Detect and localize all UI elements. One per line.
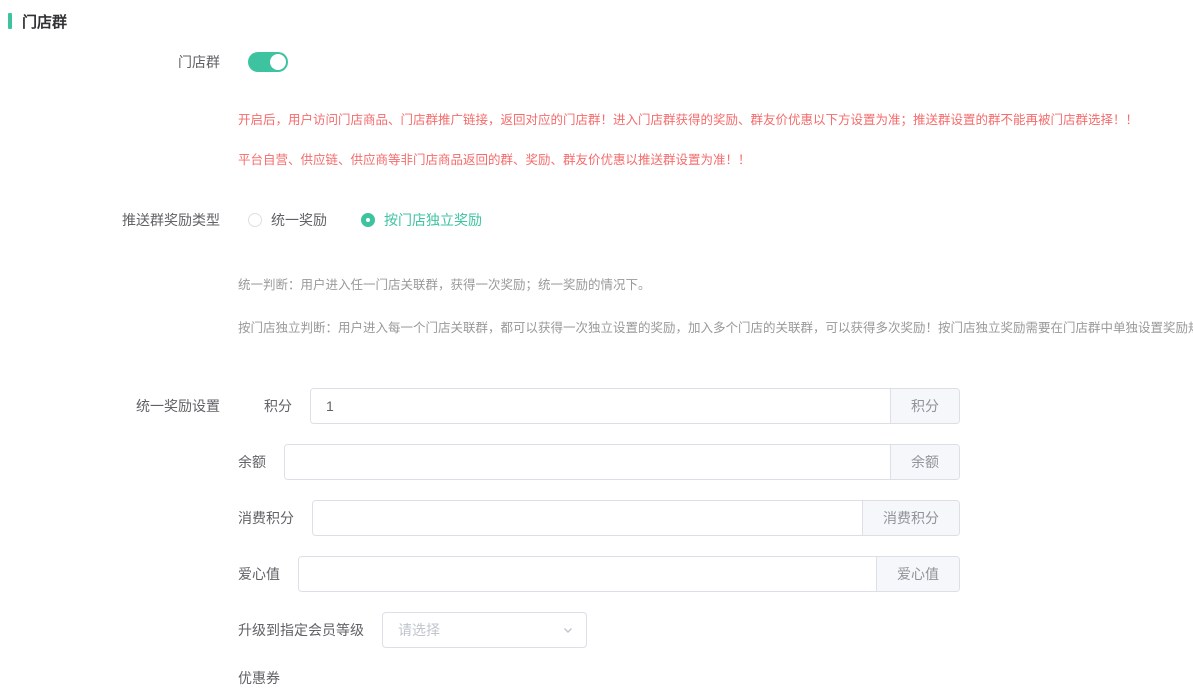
balance-field-label: 余额 [238, 452, 266, 472]
love-value-input-group: 爱心值 [298, 556, 960, 592]
love-value-field-label: 爱心值 [238, 564, 280, 584]
consume-points-addon: 消费积分 [862, 501, 959, 535]
love-value-field-row: 爱心值 爱心值 [238, 556, 960, 592]
reward-type-tip-2: 按门店独立判断：用户进入每一个门店关联群，都可以获得一次独立设置的奖励，加入多个… [238, 320, 1193, 336]
store-group-settings-page: 门店群 门店群 开启后，用户访问门店商品、门店群推广链接，返回对应的门店群！进入… [0, 0, 1193, 695]
balance-field-row: 余额 余额 [238, 444, 960, 480]
radio-per-store-reward-label: 按门店独立奖励 [384, 210, 482, 230]
unified-reward-section: 统一奖励设置 积分 积分 余额 余额 消费 [0, 388, 1193, 695]
radio-circle-icon[interactable] [361, 213, 375, 227]
consume-points-field-row: 消费积分 消费积分 [238, 500, 960, 536]
section-accent-bar [8, 13, 12, 29]
warning-tip-row-1: 开启后，用户访问门店商品、门店群推广链接，返回对应的门店群！进入门店群获得的奖励… [0, 112, 1193, 128]
store-group-label: 门店群 [0, 52, 220, 72]
page-title: 门店群 [22, 11, 67, 32]
consume-points-input-group: 消费积分 [312, 500, 960, 536]
love-value-input[interactable] [299, 557, 876, 591]
points-field-label: 积分 [264, 396, 292, 416]
chevron-down-icon [562, 624, 574, 636]
balance-input-group: 余额 [284, 444, 960, 480]
section-header: 门店群 [8, 12, 1193, 30]
coupon-row: 优惠券 [238, 668, 960, 688]
store-group-toggle[interactable] [248, 52, 288, 72]
member-level-label: 升级到指定会员等级 [238, 620, 364, 640]
reward-type-tip-row-2: 按门店独立判断：用户进入每一个门店关联群，都可以获得一次独立设置的奖励，加入多个… [0, 320, 1193, 336]
store-group-toggle-row: 门店群 [0, 52, 1193, 72]
unified-reward-label: 统一奖励设置 [0, 388, 220, 416]
points-field-row: 积分 积分 [238, 388, 960, 424]
radio-circle-icon[interactable] [248, 213, 262, 227]
warning-tip-2: 平台自营、供应链、供应商等非门店商品返回的群、奖励、群友价优惠以推送群设置为准！… [238, 152, 751, 168]
consume-points-input[interactable] [313, 501, 862, 535]
radio-per-store-reward[interactable]: 按门店独立奖励 [361, 210, 482, 230]
settings-form: 门店群 开启后，用户访问门店商品、门店群推广链接，返回对应的门店群！进入门店群获… [0, 52, 1193, 695]
balance-input[interactable] [285, 445, 890, 479]
warning-tip-row-2: 平台自营、供应链、供应商等非门店商品返回的群、奖励、群友价优惠以推送群设置为准！… [0, 152, 1193, 168]
member-level-placeholder: 请选择 [398, 620, 440, 640]
coupon-label: 优惠券 [238, 668, 280, 688]
reward-type-radio-group: 统一奖励 按门店独立奖励 [248, 210, 516, 230]
love-value-addon: 爱心值 [876, 557, 959, 591]
member-level-select[interactable]: 请选择 [382, 612, 587, 648]
reward-type-label: 推送群奖励类型 [0, 210, 220, 230]
points-addon: 积分 [890, 389, 959, 423]
points-input[interactable] [311, 389, 890, 423]
radio-unified-reward-label: 统一奖励 [271, 210, 327, 230]
member-level-row: 升级到指定会员等级 请选择 [238, 612, 960, 648]
warning-tip-1: 开启后，用户访问门店商品、门店群推广链接，返回对应的门店群！进入门店群获得的奖励… [238, 112, 1138, 128]
reward-type-tip-row-1: 统一判断：用户进入任一门店关联群，获得一次奖励；统一奖励的情况下。 [0, 277, 1193, 293]
points-input-group: 积分 [310, 388, 960, 424]
consume-points-field-label: 消费积分 [238, 508, 294, 528]
reward-type-tip-1: 统一判断：用户进入任一门店关联群，获得一次奖励；统一奖励的情况下。 [238, 277, 651, 293]
balance-addon: 余额 [890, 445, 959, 479]
radio-unified-reward[interactable]: 统一奖励 [248, 210, 327, 230]
reward-type-row: 推送群奖励类型 统一奖励 按门店独立奖励 [0, 210, 1193, 230]
